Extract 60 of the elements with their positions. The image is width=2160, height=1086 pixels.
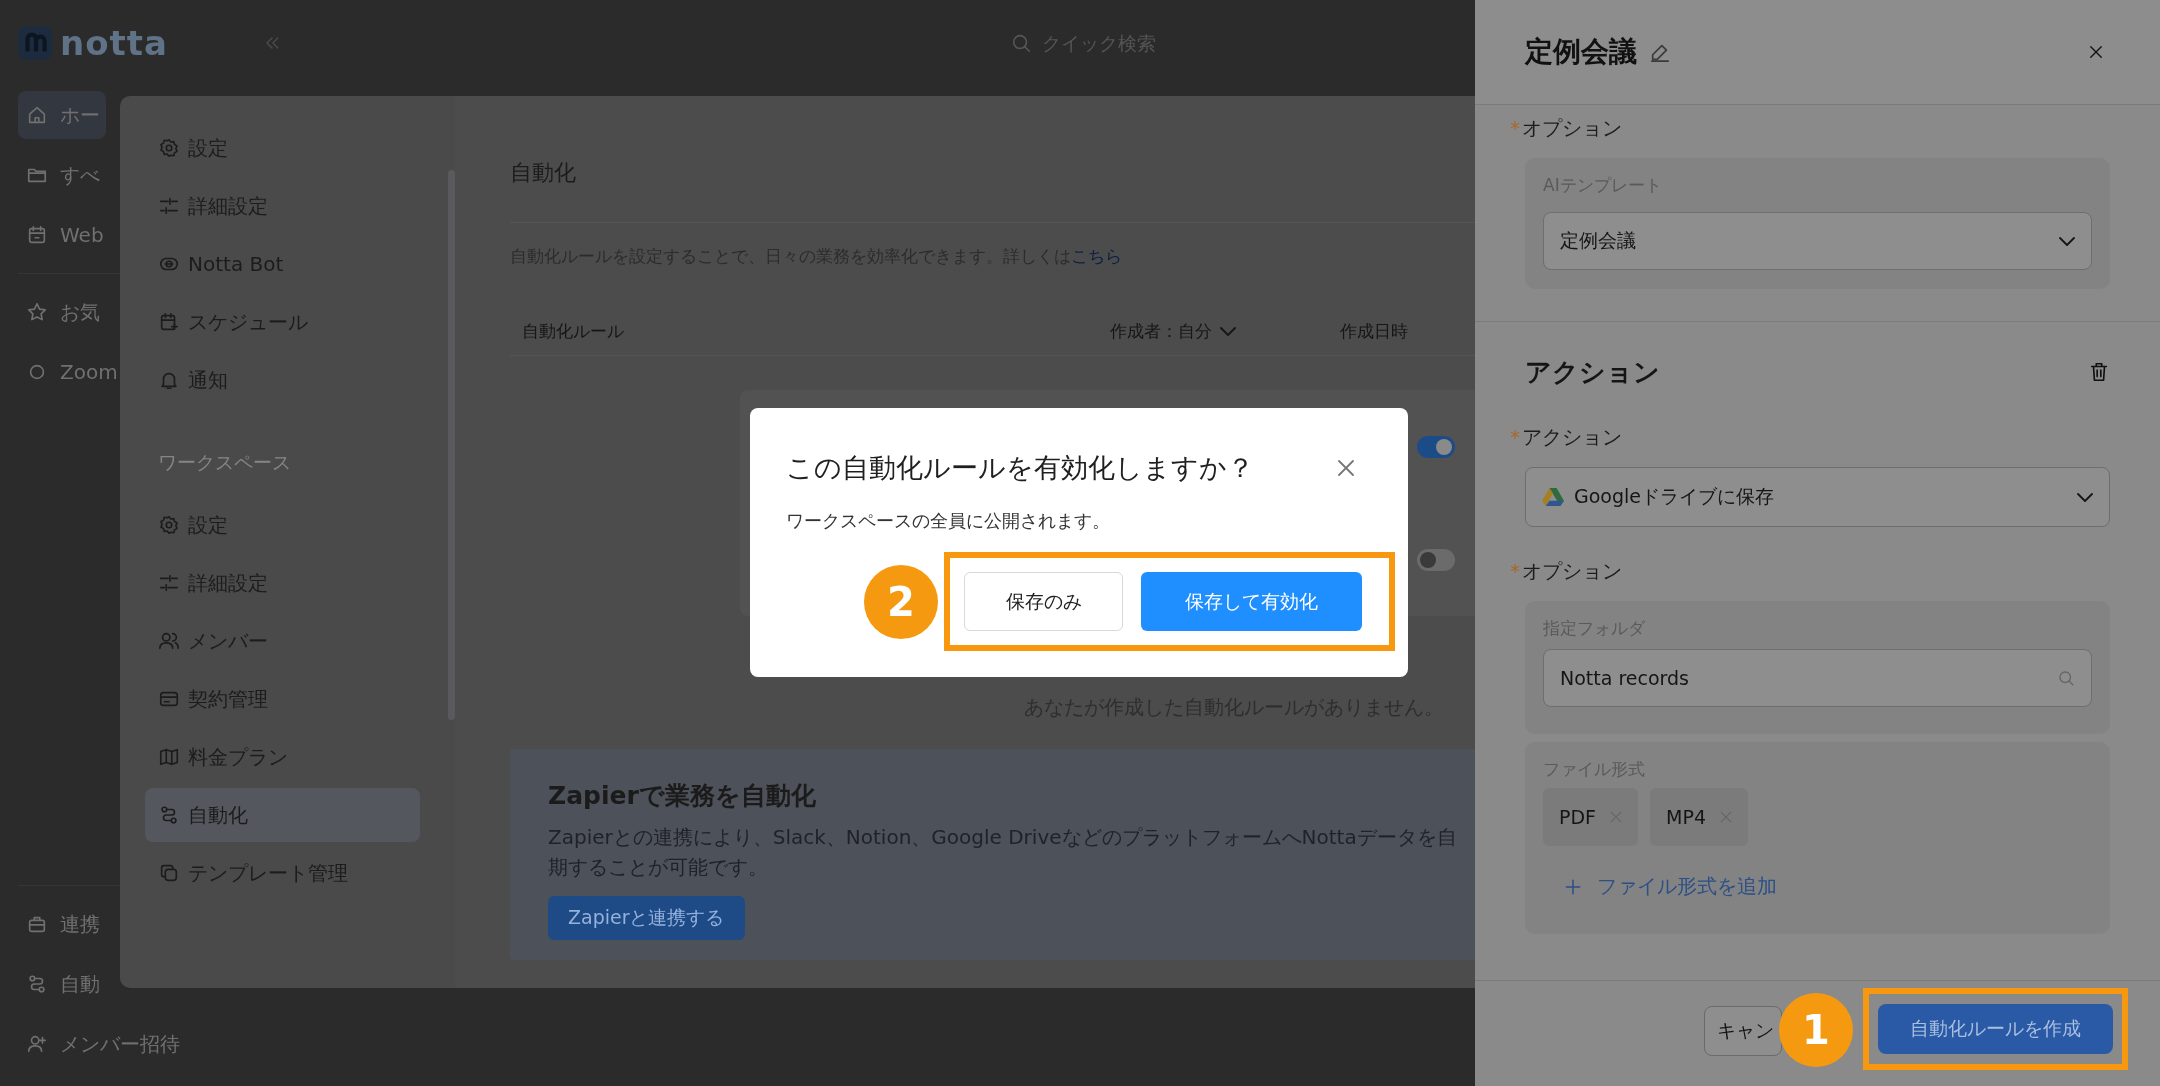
cancel-button[interactable]: キャン — [1704, 1006, 1782, 1056]
step-badge: 1 — [1779, 993, 1853, 1067]
format-tag: MP4 — [1650, 788, 1748, 846]
promo-title: Zapierで業務を自動化 — [548, 780, 817, 812]
sidebar-item[interactable]: Zoom — [18, 348, 124, 396]
required-mark: * — [1510, 425, 1520, 449]
settings-icon — [158, 137, 180, 159]
step-badge: 2 — [864, 564, 938, 639]
chevron-down-icon — [1220, 327, 1236, 336]
sidebar-item[interactable]: お気 — [18, 288, 106, 336]
star-icon — [26, 301, 48, 323]
create-button[interactable]: 自動化ルールを作成 — [1878, 1004, 2113, 1054]
toggle-switch[interactable] — [1417, 435, 1455, 458]
trash-icon — [2088, 361, 2110, 383]
sidebar-item[interactable]: Web — [18, 211, 110, 259]
help-link[interactable]: こちら — [1071, 246, 1122, 266]
action-select[interactable]: Googleドライブに保存 — [1525, 467, 2110, 527]
search-icon — [2057, 669, 2075, 687]
drive-icon — [1542, 487, 1564, 507]
sidebar-item[interactable]: すべ — [18, 151, 106, 199]
calendar-icon — [158, 311, 180, 333]
field-label: オプション — [1522, 557, 1622, 585]
section-label: ワークスペース — [157, 450, 292, 475]
nav-item[interactable]: 自動化 — [145, 788, 420, 842]
save-button[interactable]: 保存のみ — [964, 572, 1123, 631]
sidebar-item[interactable]: 自動 — [18, 960, 106, 1008]
home-icon — [26, 104, 48, 126]
sidebar-item[interactable]: 連携 — [18, 900, 106, 948]
field-label: オプション — [1522, 114, 1622, 142]
chevron-down-icon — [2059, 236, 2075, 246]
flow-icon — [26, 973, 48, 995]
field-label: アクション — [1522, 423, 1622, 451]
map-icon — [158, 746, 180, 768]
copy-icon — [158, 862, 180, 884]
users-icon — [158, 630, 180, 652]
add-format-link[interactable]: ファイル形式を追加 — [1563, 873, 1777, 900]
flow-icon — [158, 804, 180, 826]
sliders-icon — [158, 195, 180, 217]
required-mark: * — [1510, 559, 1520, 583]
required-mark: * — [1510, 116, 1520, 140]
template-select[interactable]: 定例会議 — [1543, 212, 2092, 270]
connect-button[interactable]: Zapierと連携する — [548, 896, 745, 940]
section-heading: アクション — [1525, 355, 1660, 389]
logo-text: notta — [60, 22, 168, 63]
chevron-down-icon — [2077, 492, 2093, 502]
format-tag: PDF — [1543, 788, 1639, 846]
panel-title: 定例会議 — [1525, 34, 1637, 70]
dialog-title: この自動化ルールを有効化しますか？ — [786, 451, 1254, 485]
dialog-message: ワークスペースの全員に公開されます。 — [786, 509, 1111, 533]
activate-button[interactable]: 保存して有効化 — [1141, 572, 1362, 631]
sidebar-item[interactable]: メンバー招待 — [18, 1020, 186, 1068]
sliders-icon — [158, 572, 180, 594]
toggle-switch[interactable] — [1417, 548, 1455, 571]
sidebar-item[interactable]: ホー — [18, 91, 106, 139]
close-icon — [2087, 43, 2105, 61]
settings-icon — [158, 514, 180, 536]
logo-icon — [18, 25, 52, 60]
calendar-icon — [26, 224, 48, 246]
folder-field[interactable]: Notta records — [1543, 649, 2092, 707]
user-plus-icon — [26, 1033, 48, 1055]
